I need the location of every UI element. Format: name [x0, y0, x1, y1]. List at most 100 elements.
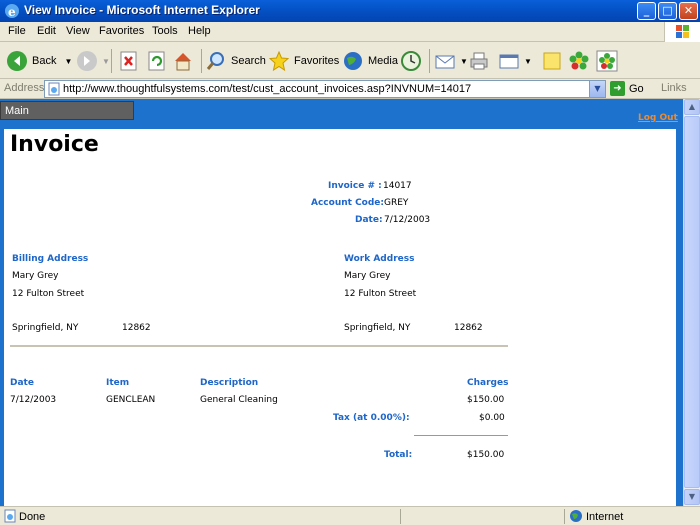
account-code-value: GREY	[384, 198, 409, 208]
col-charges-header: Charges	[467, 378, 509, 388]
menu-view[interactable]: View	[66, 25, 90, 37]
address-label: Address	[4, 82, 45, 94]
billing-address-label: Billing Address	[12, 254, 89, 264]
back-dropdown-icon[interactable]: ▼	[64, 57, 72, 66]
invoice-number-label: Invoice # :	[328, 181, 382, 191]
flower-framed-icon	[596, 50, 618, 72]
mail-dropdown-icon[interactable]: ▼	[460, 57, 468, 66]
back-arrow-icon	[7, 51, 27, 71]
window-title: View Invoice - Microsoft Internet Explor…	[24, 3, 260, 17]
address-dropdown-icon[interactable]: ▼	[589, 81, 605, 97]
work-address-label: Work Address	[344, 254, 415, 264]
edit-page-icon	[499, 54, 519, 69]
forward-dropdown-icon[interactable]: ▼	[102, 57, 110, 66]
date-value: 7/12/2003	[384, 215, 431, 225]
refresh-button[interactable]	[146, 48, 172, 74]
windows-logo-icon	[664, 22, 700, 42]
date-label: Date:	[355, 215, 383, 225]
status-separator	[564, 509, 565, 524]
printer-icon	[470, 52, 488, 70]
address-input[interactable]: http://www.thoughtfulsystems.com/test/cu…	[44, 80, 606, 98]
stop-icon	[120, 51, 137, 71]
tax-value: $0.00	[479, 413, 505, 423]
menu-tools[interactable]: Tools	[152, 25, 178, 37]
billing-name: Mary Grey	[12, 271, 59, 281]
home-icon	[175, 53, 191, 71]
media-label: Media	[368, 55, 398, 67]
address-bar: Address http://www.thoughtfulsystems.com…	[0, 79, 700, 99]
mail-button[interactable]: ▼	[434, 48, 468, 74]
edit-button[interactable]: ▼	[498, 48, 532, 74]
go-arrow-icon: ➜	[610, 81, 625, 96]
total-value: $150.00	[467, 450, 505, 460]
history-button[interactable]	[400, 48, 426, 74]
forward-arrow-icon	[77, 51, 97, 71]
menu-help[interactable]: Help	[188, 25, 211, 37]
line-description: General Cleaning	[200, 395, 278, 405]
print-button[interactable]	[468, 48, 494, 74]
history-icon	[401, 51, 421, 71]
menu-file[interactable]: File	[8, 25, 26, 37]
tax-label: Tax (at 0.00%):	[333, 413, 410, 423]
forward-button[interactable]: ▼	[76, 48, 110, 74]
media-button[interactable]: Media	[342, 48, 398, 74]
home-button[interactable]	[172, 48, 198, 74]
col-description-header: Description	[200, 378, 259, 388]
favorites-label: Favorites	[294, 55, 340, 67]
search-icon	[206, 52, 224, 70]
messenger-button[interactable]	[596, 48, 622, 74]
invoice-number-value: 14017	[383, 181, 412, 191]
favorites-button[interactable]: Favorites	[268, 48, 339, 74]
col-item-header: Item	[106, 378, 130, 388]
note-icon	[543, 52, 561, 70]
page-title: Invoice	[10, 132, 99, 157]
stop-button[interactable]	[118, 48, 144, 74]
status-separator	[400, 509, 401, 524]
search-button[interactable]: Search	[205, 48, 266, 74]
menu-favorites[interactable]: Favorites	[99, 25, 144, 37]
menu-bar: File Edit View Favorites Tools Help	[0, 22, 700, 42]
address-url: http://www.thoughtfulsystems.com/test/cu…	[63, 83, 472, 95]
total-label: Total:	[384, 450, 413, 460]
content-viewport: Main Log Out Invoice Invoice # : 14017 A…	[0, 99, 683, 506]
line-item: GENCLEAN	[106, 395, 156, 405]
refresh-icon	[148, 51, 165, 71]
discuss-button[interactable]	[541, 48, 567, 74]
work-name: Mary Grey	[344, 271, 391, 281]
menu-edit[interactable]: Edit	[37, 25, 56, 37]
icq-button[interactable]	[568, 48, 594, 74]
billing-zip: 12862	[122, 323, 151, 333]
billing-street: 12 Fulton Street	[12, 289, 85, 299]
page-done-icon	[4, 509, 16, 523]
status-bar: Done Internet	[0, 506, 700, 525]
vertical-scrollbar[interactable]: ▲ ▼	[683, 99, 700, 506]
work-zip: 12862	[454, 323, 483, 333]
close-button[interactable]: ✕	[679, 2, 698, 20]
minimize-button[interactable]: _	[637, 2, 656, 20]
links-button[interactable]: Links	[661, 82, 687, 94]
go-button[interactable]: ➜ Go	[610, 81, 644, 96]
work-street: 12 Fulton Street	[344, 289, 417, 299]
toolbar-separator	[111, 49, 112, 73]
main-nav-button[interactable]: Main	[0, 101, 134, 120]
back-label: Back	[32, 55, 57, 67]
total-divider	[414, 435, 508, 436]
toolbar-separator	[429, 49, 430, 73]
go-label: Go	[629, 82, 644, 95]
title-bar: e View Invoice - Microsoft Internet Expl…	[0, 0, 700, 22]
page-icon	[48, 82, 60, 96]
scroll-down-icon[interactable]: ▼	[684, 489, 700, 505]
edit-dropdown-icon[interactable]: ▼	[524, 57, 532, 66]
star-icon	[268, 50, 290, 72]
scroll-thumb[interactable]	[684, 116, 700, 488]
flower-icon	[569, 51, 589, 70]
back-button[interactable]: Back ▼	[6, 48, 72, 74]
line-date: 7/12/2003	[10, 395, 57, 405]
maximize-button[interactable]: □	[658, 2, 677, 20]
scroll-up-icon[interactable]: ▲	[684, 99, 700, 115]
toolbar: Back ▼ ▼ Search Favorites Media ▼ ▼	[0, 43, 700, 79]
svg-text:e: e	[8, 5, 16, 19]
billing-city: Springfield, NY	[12, 323, 79, 333]
logout-link[interactable]: Log Out	[638, 113, 678, 123]
ie-logo-icon: e	[5, 4, 19, 19]
